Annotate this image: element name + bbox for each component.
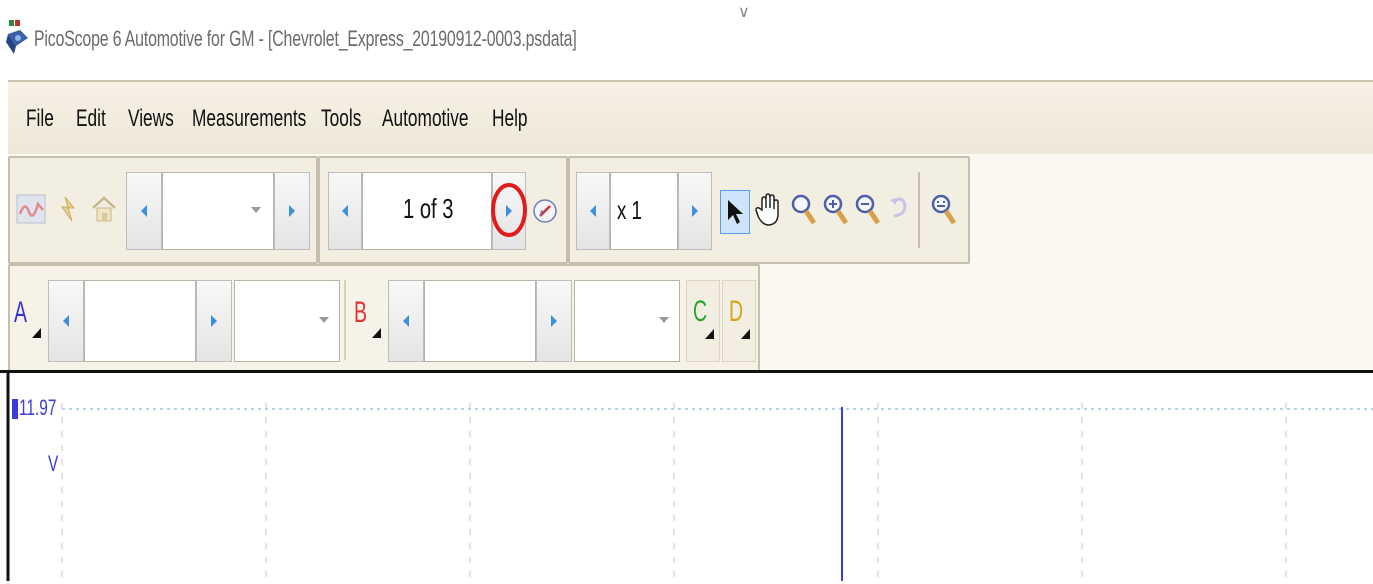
menu-bar: File Edit Views Measurements Tools Autom… [8,80,1373,156]
zoom-fit-icon[interactable] [930,192,958,228]
chevron-right-icon [289,205,295,217]
channel-d-button[interactable]: D [722,280,756,362]
menu-views[interactable]: Views [128,105,174,133]
buffer-number-field[interactable]: 1 of 3 [362,172,492,250]
buffer-prev-button[interactable] [328,172,362,250]
capture-toolbar-group [8,156,318,264]
scope-grid [6,373,1373,581]
trigger-icon[interactable] [56,194,82,224]
title-bar: PicoScope 6 Automotive for GM - [Chevrol… [0,0,1373,78]
channel-a-range-field[interactable] [84,280,196,362]
menu-tools[interactable]: Tools [321,105,361,133]
channel-c-menu-icon [705,329,714,339]
dropdown-caret-icon [319,317,329,323]
chevron-left-icon [141,205,147,217]
zoom-icon[interactable] [790,192,818,228]
channel-a-coupling-dropdown[interactable] [234,280,340,362]
menu-edit[interactable]: Edit [76,105,106,133]
channel-a-menu-icon[interactable] [32,328,41,338]
buffer-navigator-group: 1 of 3 [318,156,568,264]
chevron-left-icon [342,205,348,217]
channel-a-range-next[interactable] [196,280,232,362]
menu-file[interactable]: File [26,105,54,133]
window-chevron-mark: ∨ [738,4,750,21]
zoom-prev-button[interactable] [576,172,610,250]
channel-b-label[interactable]: B [354,296,367,330]
channel-a-axis-unit: V [48,451,59,476]
zoom-toolbar-group: x 1 [568,156,970,264]
highlight-circle [491,183,527,237]
channel-b-range-prev[interactable] [388,280,424,362]
channel-b-range-field[interactable] [424,280,536,362]
zoom-field[interactable]: x 1 [610,172,678,250]
scope-view[interactable]: 11.97 V [0,370,1373,584]
hand-icon[interactable] [754,192,784,228]
toolbar-area: 1 of 3 x 1 A B C D [8,154,1373,372]
channel-b-menu-icon[interactable] [372,328,381,338]
undo-zoom-icon[interactable] [888,194,912,224]
chevron-left-icon [590,205,596,217]
chevron-right-icon [551,315,557,327]
menu-measurements[interactable]: Measurements [192,105,306,133]
chevron-left-icon [63,315,69,327]
ruler-icon[interactable] [532,198,558,224]
channel-c-button[interactable]: C [686,280,720,362]
window-title: PicoScope 6 Automotive for GM - [Chevrol… [34,26,577,51]
channel-toolbar-group: A B C D [8,264,760,372]
home-icon[interactable] [90,194,118,224]
menu-automotive[interactable]: Automotive [382,105,468,133]
pointer-icon [728,200,743,224]
channel-a-range-prev[interactable] [48,280,84,362]
capture-dropdown[interactable] [162,172,274,250]
chevron-right-icon [692,205,698,217]
channel-d-menu-icon [741,329,750,339]
channel-d-label: D [729,295,744,328]
channel-a-label[interactable]: A [14,296,27,330]
menu-help[interactable]: Help [492,105,528,133]
channel-b-range-next[interactable] [536,280,572,362]
picoscope-app-icon [6,20,28,54]
scope-mode-icon[interactable] [16,194,46,224]
toolbar-divider [344,280,346,360]
zoom-in-icon[interactable] [822,192,850,228]
buffer-number-text: 1 of 3 [403,193,454,224]
pointer-tool-button[interactable] [720,190,750,234]
capture-prev-button[interactable] [126,172,162,250]
dropdown-caret-icon [251,207,261,213]
chevron-left-icon [403,315,409,327]
channel-b-coupling-dropdown[interactable] [574,280,680,362]
dropdown-caret-icon [659,317,669,323]
chevron-right-icon [211,315,217,327]
channel-c-label: C [693,295,708,328]
zoom-next-button[interactable] [678,172,712,250]
zoom-value: x 1 [617,195,642,225]
channel-a-axis-value: 11.97 [19,395,57,420]
toolbar-divider [918,172,920,248]
capture-next-button[interactable] [274,172,310,250]
zoom-out-icon[interactable] [854,192,882,228]
